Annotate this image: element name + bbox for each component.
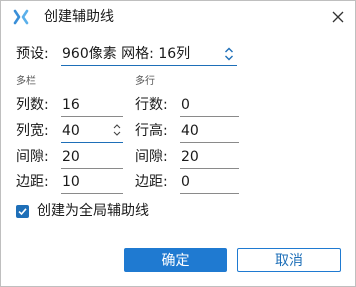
title-bar: 创建辅助线 [1, 1, 355, 33]
global-guides-label[interactable]: 创建为全局辅助线 [37, 202, 149, 220]
preset-select[interactable]: 960像素 网格: 16列 [61, 43, 237, 66]
preset-value: 960像素 网格: 16列 [62, 46, 191, 62]
row-gap-label: 间隙: [135, 149, 168, 165]
row-count-value: 0 [181, 97, 190, 113]
ok-button[interactable]: 确定 [124, 248, 227, 272]
column-gap-label: 间隙: [16, 149, 49, 165]
column-gap-input[interactable]: 20 [61, 146, 123, 169]
row-height-value: 40 [181, 123, 199, 139]
checkmark-icon [18, 208, 27, 216]
row-gap-input[interactable]: 20 [180, 146, 239, 169]
row-count-label: 行数: [135, 97, 168, 113]
column-count-input[interactable]: 16 [61, 94, 123, 117]
create-guides-dialog: 创建辅助线 预设: 960像素 网格: 16列 多栏 多行 列数: 16 列宽:… [0, 0, 356, 287]
row-count-input[interactable]: 0 [180, 94, 239, 117]
column-margin-value: 10 [62, 174, 80, 190]
preset-label: 预设: [16, 46, 49, 62]
cancel-button[interactable]: 取消 [237, 248, 341, 272]
column-width-label: 列宽: [16, 123, 49, 139]
column-count-value: 16 [62, 97, 80, 113]
global-guides-checkbox[interactable] [16, 205, 29, 218]
row-margin-label: 边距: [135, 174, 168, 190]
rows-group-title: 多行 [135, 76, 155, 87]
row-margin-value: 0 [181, 174, 190, 190]
column-width-value: 40 [62, 123, 80, 139]
row-height-input[interactable]: 40 [180, 120, 239, 143]
chevron-updown-icon [225, 47, 233, 61]
dialog-title: 创建辅助线 [44, 9, 114, 25]
close-button[interactable] [329, 8, 347, 26]
close-icon [332, 11, 344, 23]
columns-group-title: 多栏 [16, 76, 36, 87]
row-gap-value: 20 [181, 149, 199, 165]
spinner-icon[interactable] [113, 123, 121, 137]
column-margin-input[interactable]: 10 [61, 171, 123, 194]
column-margin-label: 边距: [16, 174, 49, 190]
column-count-label: 列数: [16, 97, 49, 113]
row-height-label: 行高: [135, 123, 168, 139]
row-margin-input[interactable]: 0 [180, 171, 239, 194]
column-gap-value: 20 [62, 149, 80, 165]
x-logo-icon [13, 9, 29, 25]
column-width-input[interactable]: 40 [61, 120, 123, 143]
